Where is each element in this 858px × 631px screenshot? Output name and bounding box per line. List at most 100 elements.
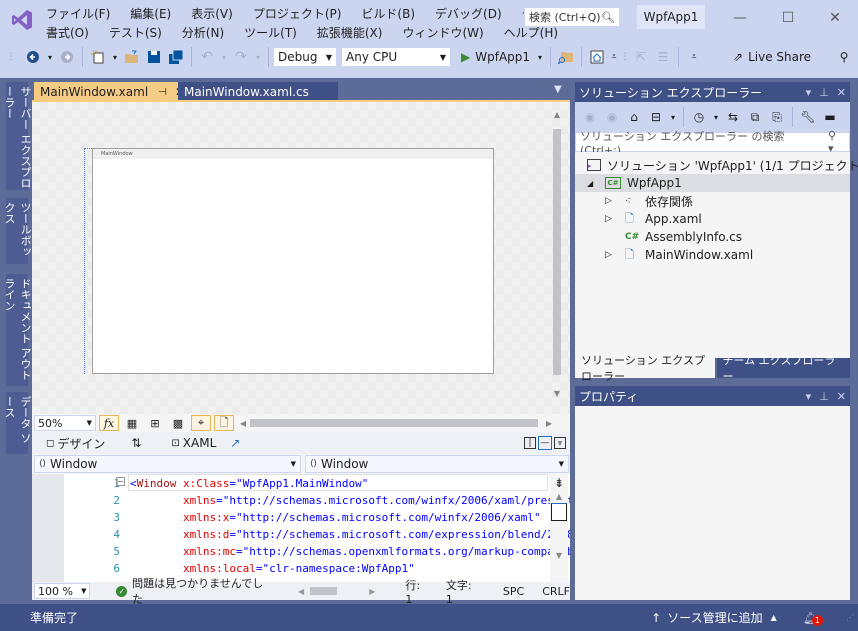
designer-zoom-select[interactable]: 50% ▼ xyxy=(34,415,96,431)
tab-design[interactable]: ◻ デザイン xyxy=(46,435,105,452)
menu-build[interactable]: ビルド(B) xyxy=(361,5,423,22)
designer-horizontal-scrollbar[interactable] xyxy=(250,419,538,427)
back-dropdown-icon[interactable]: ▾ xyxy=(46,46,54,68)
select-element-button[interactable]: ⇱ xyxy=(632,46,650,68)
switch-views-dropdown-icon[interactable]: ▾ xyxy=(669,106,677,128)
expanded-icon[interactable]: ◢ xyxy=(587,179,605,188)
collapse-pane-button[interactable]: ⩔ xyxy=(554,437,566,449)
menu-edit[interactable]: 編集(E) xyxy=(130,5,179,22)
tab-list-dropdown-icon[interactable]: ▼ xyxy=(554,84,562,95)
preview-selected-button[interactable]: ▬ xyxy=(821,106,839,128)
xaml-code-editor[interactable]: 1 <Window x:Class="WpfApp1.MainWindow" 2 x… xyxy=(32,474,570,582)
redo-dropdown-icon[interactable]: ▾ xyxy=(254,46,262,68)
tab-solution-explorer[interactable]: ソリューション エクスプローラー xyxy=(575,354,715,383)
split-editor-icon[interactable]: ⇟ xyxy=(550,474,568,492)
close-panel-icon[interactable]: ✕ xyxy=(837,390,846,403)
toolbar-grip[interactable]: ⋮ xyxy=(621,46,630,68)
menu-test[interactable]: テスト(S) xyxy=(109,24,170,41)
new-dropdown-icon[interactable]: ▾ xyxy=(111,46,119,68)
scroll-left-icon[interactable]: ◀ xyxy=(240,419,246,428)
snap-to-grid-button[interactable]: ⊞ xyxy=(145,415,165,431)
collapsed-icon[interactable]: ▷ xyxy=(605,196,625,206)
resize-grip-icon[interactable]: ⋰ xyxy=(846,613,854,622)
tree-node-solution[interactable]: ▸ ソリューション 'WpfApp1' (1/1 プロジェクト) xyxy=(587,156,858,174)
menu-view[interactable]: 表示(V) xyxy=(191,5,241,22)
undo-button[interactable]: ↶ xyxy=(198,46,216,68)
xaml-designer-canvas[interactable]: MainWindow ▲ ▼ xyxy=(32,100,570,414)
menu-project[interactable]: プロジェクト(P) xyxy=(253,5,350,22)
pending-changes-filter-button[interactable]: ◷ xyxy=(690,106,708,128)
vertical-split-button[interactable]: | xyxy=(524,437,536,449)
tree-node-mainwindow-xaml[interactable]: ▷ 🗋 MainWindow.xaml xyxy=(605,246,753,264)
tab-mainwindow-xaml[interactable]: MainWindow.xaml ⊣ ✕ xyxy=(34,82,185,102)
global-search-box[interactable]: 検索 (Ctrl+Q) 🔍︎ xyxy=(524,7,620,27)
navigate-forward-button[interactable] xyxy=(58,46,76,68)
solution-platform-select[interactable]: Any CPU ▼ xyxy=(341,47,451,67)
pin-icon[interactable]: ⊥ xyxy=(819,86,829,99)
tab-xaml[interactable]: ⊡ XAML xyxy=(171,436,216,450)
tree-node-assemblyinfo[interactable]: C# AssemblyInfo.cs xyxy=(625,228,742,246)
undo-dropdown-icon[interactable]: ▾ xyxy=(220,46,228,68)
show-all-files-button[interactable]: ⎘ xyxy=(768,106,786,128)
code-vertical-scrollbar[interactable]: ⇟ ▲ ▼ xyxy=(550,474,568,582)
swap-panes-button[interactable]: ⇅ xyxy=(131,436,141,450)
scroll-left-icon[interactable]: ◀ xyxy=(298,587,304,596)
notifications-button[interactable]: 🔔︎ 1 xyxy=(803,611,823,626)
code-horizontal-scroll-thumb[interactable] xyxy=(310,587,338,595)
track-element-button[interactable]: ☰ xyxy=(654,46,672,68)
navigate-back-button[interactable] xyxy=(24,46,42,68)
show-grid-button[interactable]: ▦ xyxy=(122,415,142,431)
menu-extensions[interactable]: 拡張機能(X) xyxy=(317,24,391,41)
type-scope-select[interactable]: ⟨⟩ Window ▼ xyxy=(34,455,301,473)
scroll-thumb[interactable] xyxy=(551,503,567,521)
minimize-button[interactable]: — xyxy=(717,4,763,32)
artboard-background-button[interactable]: ▩ xyxy=(168,415,188,431)
live-share-button[interactable]: ⇗ Live Share xyxy=(733,46,811,68)
close-panel-icon[interactable]: ✕ xyxy=(837,86,846,99)
solution-configuration-select[interactable]: Debug ▼ xyxy=(273,47,337,67)
collapsed-icon[interactable]: ▷ xyxy=(605,214,625,224)
menu-analyze[interactable]: 分析(N) xyxy=(182,24,232,41)
properties-button[interactable]: 🔧︎ xyxy=(799,106,817,128)
add-to-source-control-button[interactable]: ↑ ソース管理に追加 ▲ xyxy=(651,609,777,626)
tree-node-dependencies[interactable]: ▷ ⁖ 依存関係 xyxy=(605,192,693,210)
home-button[interactable] xyxy=(588,46,606,68)
collapse-region-icon[interactable]: − xyxy=(116,477,125,486)
tab-team-explorer[interactable]: チーム エクスプローラー xyxy=(716,354,850,383)
tree-node-project[interactable]: ◢ C# WpfApp1 xyxy=(575,174,850,192)
designer-vertical-scrollbar[interactable]: ▲ ▼ xyxy=(550,110,564,406)
effects-toggle-button[interactable]: fx xyxy=(99,415,119,431)
pin-icon[interactable]: ⊥ xyxy=(819,390,829,403)
menu-file[interactable]: ファイル(F) xyxy=(46,5,118,22)
save-button[interactable] xyxy=(145,46,163,68)
issues-status[interactable]: 問題は見つかりませんでした xyxy=(132,575,270,607)
sync-with-document-button[interactable]: ⇆ xyxy=(724,106,742,128)
redo-button[interactable]: ↷ xyxy=(232,46,250,68)
snap-to-snaplines-button[interactable]: ⌖ xyxy=(191,415,211,431)
maximize-button[interactable]: ☐ xyxy=(765,4,811,32)
menu-debug[interactable]: デバッグ(D) xyxy=(435,5,510,22)
menu-tools[interactable]: ツール(T) xyxy=(244,24,305,41)
toolbar-grip[interactable]: ⋮ xyxy=(2,46,20,68)
scroll-down-icon[interactable]: ▼ xyxy=(550,551,568,560)
window-position-dropdown-icon[interactable]: ▾ xyxy=(806,86,812,99)
scroll-thumb[interactable] xyxy=(553,129,561,375)
editor-zoom-select[interactable]: 100 % ▼ xyxy=(34,583,91,599)
run-target-dropdown-icon[interactable]: ▾ xyxy=(536,46,544,68)
dropdown-icon[interactable]: ⩡ xyxy=(610,46,618,68)
menu-format[interactable]: 書式(O) xyxy=(46,24,97,41)
save-all-button[interactable] xyxy=(167,46,185,68)
window-position-dropdown-icon[interactable]: ▾ xyxy=(806,390,812,403)
scroll-up-icon[interactable]: ▲ xyxy=(550,492,568,501)
tab-data-sources[interactable]: データ ソース xyxy=(3,392,32,454)
horizontal-split-button[interactable]: — xyxy=(538,436,552,450)
toolbar-overflow-button[interactable]: ⩡ xyxy=(685,46,703,68)
new-project-button[interactable] xyxy=(89,46,107,68)
popout-xaml-icon[interactable]: ↗ xyxy=(230,436,240,450)
scroll-right-icon[interactable]: ▶ xyxy=(546,419,552,428)
scroll-up-icon[interactable]: ▲ xyxy=(550,110,564,119)
member-scope-select[interactable]: ⟨⟩ Window ▼ xyxy=(305,455,569,473)
switch-views-button[interactable]: ⊟ xyxy=(647,106,665,128)
home-button[interactable]: ⌂ xyxy=(625,106,643,128)
tree-node-app-xaml[interactable]: ▷ 🗋 App.xaml xyxy=(605,210,702,228)
